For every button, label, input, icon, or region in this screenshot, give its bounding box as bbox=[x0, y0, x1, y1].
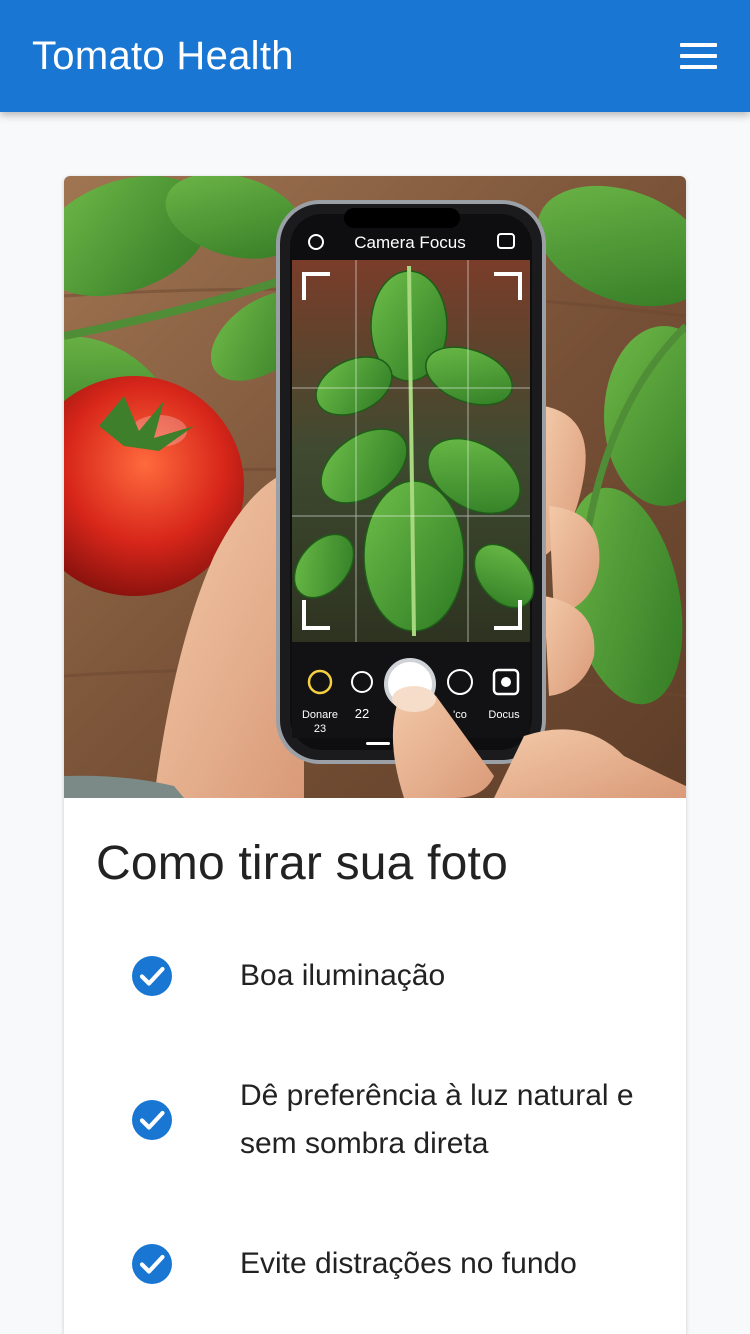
hamburger-menu-icon[interactable] bbox=[680, 36, 720, 76]
tip-text: Dê preferência à luz natural e sem sombr… bbox=[240, 1079, 634, 1160]
menu-line bbox=[680, 54, 717, 58]
check-circle-icon bbox=[132, 956, 172, 996]
photo-guide-card: Camera Focus Donare 23 22 'co Docus Como… bbox=[64, 176, 686, 1334]
tip-text: Evite distrações no fundo bbox=[240, 1247, 577, 1280]
tip-item: Boa iluminação bbox=[64, 952, 686, 1000]
camera-label: 22 bbox=[355, 706, 369, 721]
tip-item: Dê preferência à luz natural e sem sombr… bbox=[64, 1048, 686, 1192]
app-title: Tomato Health bbox=[32, 33, 294, 78]
app-bar: Tomato Health bbox=[0, 0, 750, 112]
guide-title: Como tirar sua foto bbox=[96, 837, 508, 890]
menu-line bbox=[680, 65, 717, 69]
camera-label: 'co bbox=[453, 709, 467, 721]
phone-screen-title: Camera Focus bbox=[354, 233, 465, 252]
check-circle-icon bbox=[132, 1100, 172, 1140]
tip-text: Boa iluminação bbox=[240, 959, 446, 992]
hero-illustration: Camera Focus Donare 23 22 'co Docus bbox=[64, 176, 686, 798]
check-circle-icon bbox=[132, 1244, 172, 1284]
camera-label: Donare bbox=[302, 709, 338, 721]
tip-item: Evite distrações no fundo bbox=[64, 1240, 686, 1288]
camera-label: Docus bbox=[488, 709, 520, 721]
camera-sublabel: 23 bbox=[314, 723, 326, 735]
menu-line bbox=[680, 43, 717, 47]
